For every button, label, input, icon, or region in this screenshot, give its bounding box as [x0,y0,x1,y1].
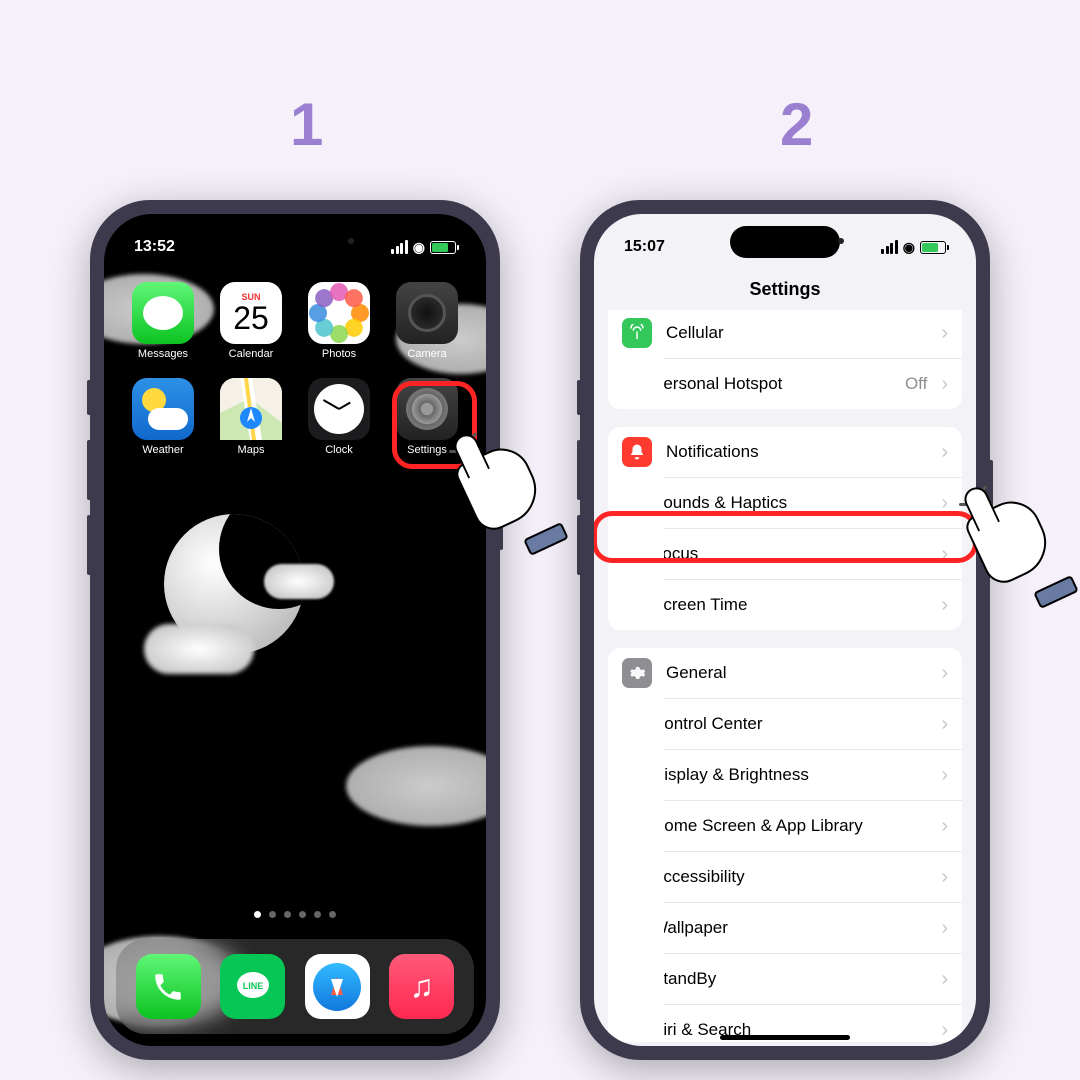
settings-row-general[interactable]: General › [608,648,962,698]
app-label: Messages [138,348,188,360]
app-calendar[interactable]: SUN 25 Calendar [210,282,292,360]
wifi-icon: ◉ [413,239,425,256]
text-size-icon: AA [608,760,638,790]
home-indicator[interactable] [720,1035,850,1040]
chevron-right-icon: › [941,764,948,787]
messages-icon [132,282,194,344]
settings-row-accessibility[interactable]: Accessibility › [664,851,962,902]
row-label: Wallpaper [652,918,927,938]
row-label: Accessibility [652,867,927,887]
camera-icon [396,282,458,344]
settings-row-screentime[interactable]: Screen Time › [664,579,962,630]
chevron-right-icon: › [941,373,948,396]
chevron-right-icon: › [941,322,948,345]
antenna-icon [622,318,652,348]
highlight-settings-app [392,381,477,469]
chevron-right-icon: › [941,713,948,736]
app-messages[interactable]: Messages [122,282,204,360]
dynamic-island [240,226,350,258]
weather-icon [132,378,194,440]
row-label: Display & Brightness [652,765,927,785]
chevron-right-icon: › [941,815,948,838]
dock: LINE ♫ [116,939,474,1034]
grid-icon [608,811,638,841]
app-label: Calendar [229,348,274,360]
app-label: Clock [325,444,353,456]
hourglass-icon [608,590,638,620]
app-photos[interactable]: Photos [298,282,380,360]
settings-row-standby[interactable]: StandBy › [664,953,962,1004]
settings-row-notifications[interactable]: Notifications › [608,427,962,477]
app-label: Camera [407,348,446,360]
status-time: 13:52 [134,238,175,256]
settings-list[interactable]: Cellular › Personal Hotspot Off › [594,310,976,1042]
dock-phone[interactable] [136,954,201,1019]
maps-icon [220,378,282,440]
step-number-1: 1 [290,90,323,159]
signal-icon [881,240,898,254]
row-label: Sounds & Haptics [652,493,927,513]
settings-row-wallpaper[interactable]: Wallpaper › [664,902,962,953]
app-camera[interactable]: Camera [386,282,468,360]
row-label: StandBy [652,969,927,989]
app-label: Weather [142,444,183,456]
app-clock[interactable]: Clock [298,378,380,456]
chevron-right-icon: › [941,968,948,991]
settings-title: Settings [594,264,976,310]
step-number-2: 2 [780,90,813,159]
dock-music[interactable]: ♫ [389,954,454,1019]
row-label: Notifications [666,442,927,462]
dynamic-island [730,226,840,258]
wallpaper-moon [164,514,304,654]
signal-icon [391,240,408,254]
phone-frame-settings: 15:07 ◉ Settings Cellular › [580,200,990,1060]
app-maps[interactable]: Maps [210,378,292,456]
settings-row-display[interactable]: AA Display & Brightness › [664,749,962,800]
link-icon [608,369,638,399]
settings-row-controlcenter[interactable]: Control Center › [664,698,962,749]
row-label: General [666,663,927,683]
app-weather[interactable]: Weather [122,378,204,456]
chevron-right-icon: › [941,594,948,617]
chevron-right-icon: › [941,662,948,685]
gear-icon [622,658,652,688]
siri-icon [608,1015,638,1042]
chevron-right-icon: › [941,1019,948,1042]
app-label: Photos [322,348,356,360]
row-value: Off [905,374,927,394]
svg-text:LINE: LINE [242,981,263,991]
status-time: 15:07 [624,238,665,256]
accessibility-icon [608,862,638,892]
row-label: Control Center [652,714,927,734]
settings-row-cellular[interactable]: Cellular › [608,310,962,358]
standby-icon [608,964,638,994]
highlight-focus-row [594,511,976,563]
bell-icon [622,437,652,467]
app-label: Maps [238,444,265,456]
phone-frame-home: 13:52 ◉ Messages SUN 25 [90,200,500,1060]
clock-icon [308,378,370,440]
settings-screen: 15:07 ◉ Settings Cellular › [594,214,976,1046]
row-label: Personal Hotspot [652,374,891,394]
row-label: Cellular [666,323,927,343]
row-label: Screen Time [652,595,927,615]
page-indicator[interactable] [254,911,336,918]
chevron-right-icon: › [941,866,948,889]
home-screen: 13:52 ◉ Messages SUN 25 [104,214,486,1046]
battery-icon [430,241,456,254]
settings-row-homescreen[interactable]: Home Screen & App Library › [664,800,962,851]
dock-line[interactable]: LINE [220,954,285,1019]
battery-icon [920,241,946,254]
wifi-icon: ◉ [903,239,915,256]
dock-safari[interactable] [305,954,370,1019]
wallpaper-cloud [346,746,486,826]
calendar-icon: SUN 25 [220,282,282,344]
chevron-right-icon: › [941,917,948,940]
row-label: Home Screen & App Library [652,816,927,836]
flower-icon [608,913,638,943]
photos-icon [308,282,370,344]
chevron-right-icon: › [941,441,948,464]
switches-icon [608,709,638,739]
settings-row-hotspot[interactable]: Personal Hotspot Off › [664,358,962,409]
